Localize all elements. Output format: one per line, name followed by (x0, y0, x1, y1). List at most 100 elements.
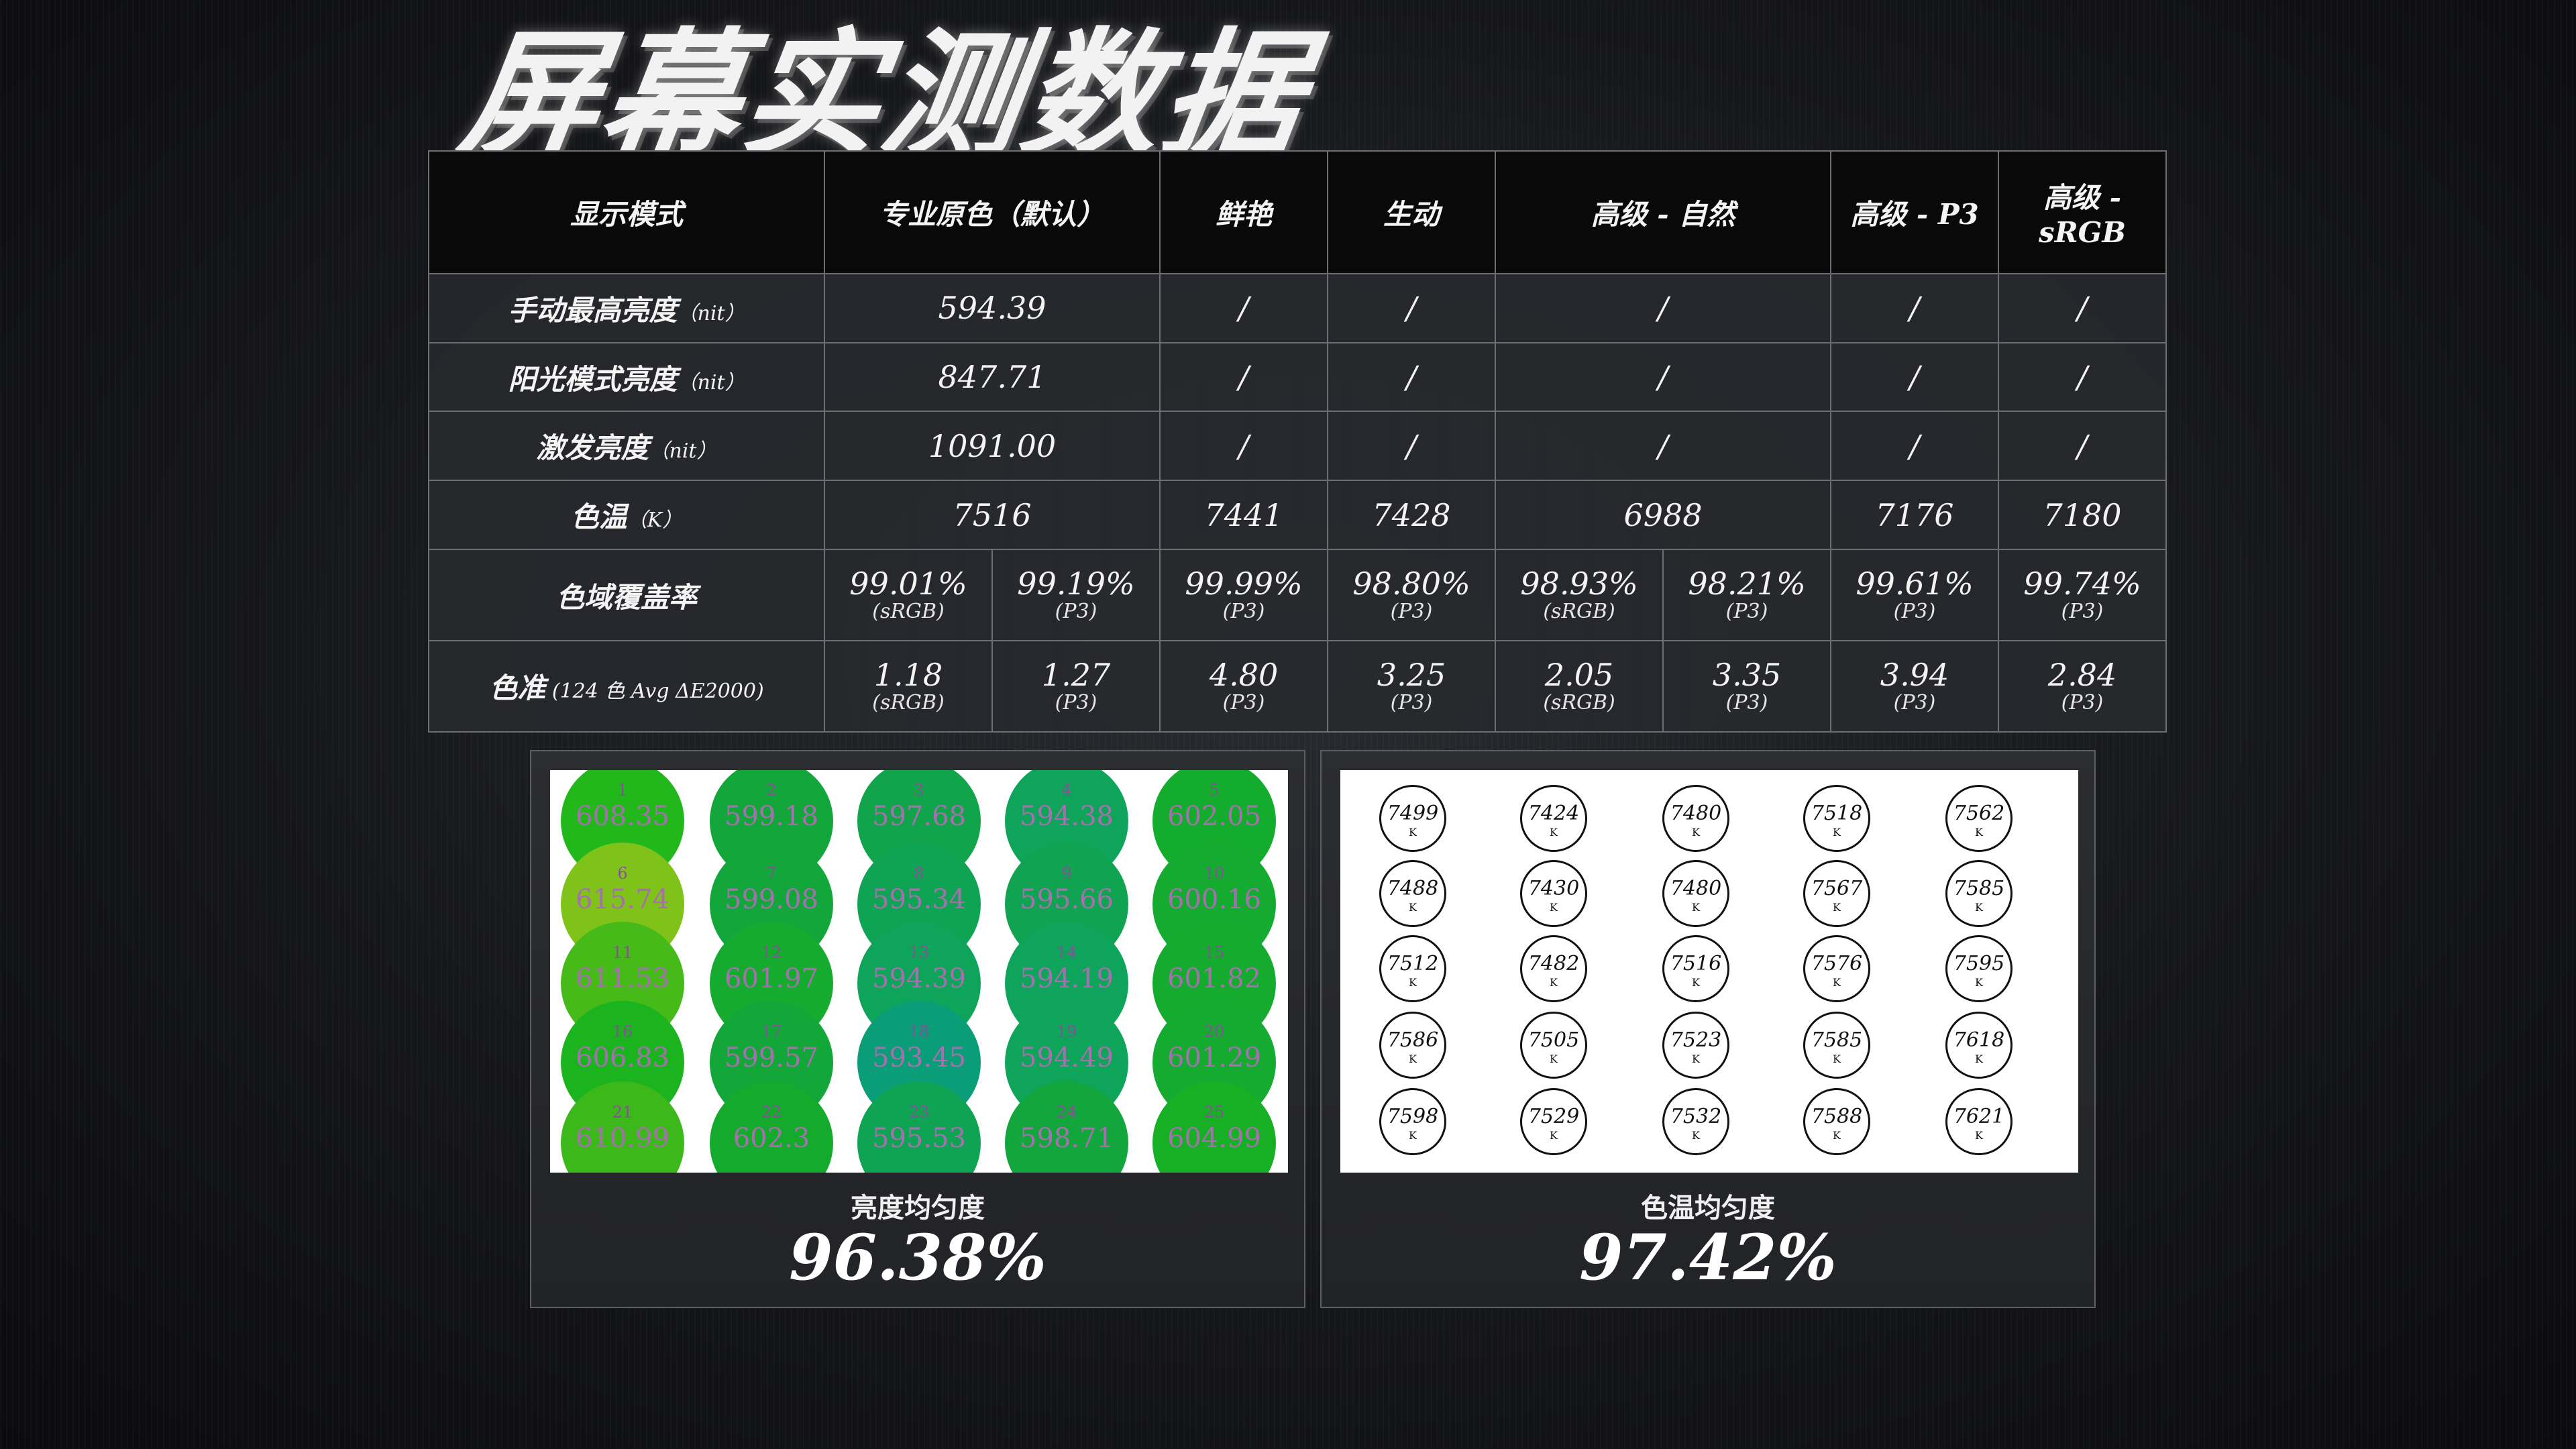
color-temp-point: 7523 K (1662, 1012, 1729, 1079)
table-row: 色准 (124 色 Avg ΔE2000) 1.18 (sRGB) 1.27 (P3… (428, 639, 2167, 733)
spec-table: 显示模式 专业原色（默认） 鲜艳 生动 高级 - 自然 高级 - P3 高级 -… (428, 150, 2167, 733)
color-temp-point-unit: K (1550, 1129, 1558, 1142)
color-temp-point-value: 7529 (1527, 1105, 1580, 1128)
color-temp-point-unit: K (1833, 976, 1841, 989)
table-cell: / (1495, 272, 1832, 343)
color-temp-point-unit: K (1833, 1129, 1841, 1142)
color-temp-point-value: 7499 (1387, 802, 1439, 825)
color-temp-point-unit: K (1692, 826, 1700, 839)
color-temp-point-unit: K (1409, 1053, 1417, 1065)
color-temp-point-value: 7621 (1953, 1105, 2005, 1128)
color-temp-point-unit: K (1550, 826, 1558, 839)
color-temp-point: 7482 K (1520, 935, 1587, 1002)
color-temp-point-value: 7505 (1527, 1028, 1580, 1052)
color-temp-point: 7424 K (1520, 785, 1587, 852)
color-temp-point-value: 7488 (1387, 877, 1439, 900)
header-cell: 生动 (1327, 150, 1497, 274)
color-temp-point: 7576 K (1803, 935, 1870, 1002)
brightness-point-index: 14 (1056, 943, 1077, 962)
table-cell: 847.71 (823, 341, 1161, 413)
brightness-point-value: 606.83 (576, 1042, 669, 1073)
brightness-point-value: 594.19 (1020, 963, 1114, 994)
brightness-point-index: 19 (1056, 1022, 1077, 1041)
color-temp-point-unit: K (1833, 826, 1841, 839)
table-cell: 3.94 (P3) (1830, 639, 2000, 733)
brightness-point-index: 10 (1203, 864, 1225, 883)
table-cell: / (1327, 272, 1497, 343)
brightness-point-value: 593.45 (872, 1042, 966, 1073)
table-cell: 7176 (1830, 480, 2000, 551)
color-temp-point: 7480 K (1662, 785, 1729, 852)
color-temp-point: 7518 K (1803, 785, 1870, 852)
table-cell: / (1998, 411, 2167, 482)
header-cell: 专业原色（默认） (823, 150, 1161, 274)
table-cell: 98.80% (P3) (1327, 549, 1497, 641)
color-temp-point-unit: K (1550, 901, 1558, 914)
header-cell: 高级 - 自然 (1495, 150, 1832, 274)
brightness-point-index: 3 (914, 781, 924, 800)
brightness-point-value: 595.34 (872, 884, 966, 915)
brightness-point-index: 12 (761, 943, 782, 962)
brightness-point-value: 608.35 (576, 801, 669, 832)
color-temp-point: 7532 K (1662, 1088, 1729, 1155)
color-temp-uniformity-label: 色温均匀度 (1641, 1192, 1775, 1224)
color-temp-point-value: 7532 (1670, 1105, 1722, 1128)
color-temp-point: 7598 K (1379, 1088, 1446, 1155)
brightness-point-index: 1 (617, 781, 628, 800)
table-row: 手动最高亮度（nit） 594.39 / / / / / (428, 272, 2167, 343)
color-temp-point-unit: K (1975, 826, 1983, 839)
brightness-point-index: 6 (617, 864, 628, 883)
row-label: 手动最高亮度（nit） (428, 272, 825, 343)
header-cell: 高级 - P3 (1830, 150, 2000, 274)
table-cell: 6988 (1495, 480, 1832, 551)
color-temp-point: 7586 K (1379, 1012, 1446, 1079)
table-cell: 7428 (1327, 480, 1497, 551)
color-temp-point-unit: K (1692, 1129, 1700, 1142)
brightness-point-value: 594.38 (1020, 801, 1114, 832)
brightness-point-value: 594.39 (872, 963, 966, 994)
color-temp-point-value: 7518 (1811, 802, 1863, 825)
brightness-point-value: 601.97 (724, 963, 818, 994)
brightness-uniformity-panel: 1 608.35 2 599.18 3 597.68 4 594.38 5 602.05 6 615.… (530, 750, 1305, 1308)
brightness-point-value: 597.68 (872, 801, 966, 832)
table-cell: 7180 (1998, 480, 2167, 551)
row-label: 激发亮度（nit） (428, 411, 825, 482)
brightness-point-index: 18 (908, 1022, 930, 1041)
color-temp-point: 7480 K (1662, 860, 1729, 927)
color-temp-point-value: 7598 (1387, 1105, 1439, 1128)
color-temp-point-unit: K (1975, 901, 1983, 914)
table-cell: 1.18 (sRGB) (824, 639, 993, 733)
table-cell: 7441 (1159, 480, 1329, 551)
color-temp-point-value: 7618 (1953, 1028, 2005, 1052)
brightness-point-index: 23 (908, 1103, 930, 1122)
color-temp-point-unit: K (1692, 1053, 1700, 1065)
table-cell: 2.84 (P3) (1998, 639, 2167, 733)
brightness-point-value: 595.53 (872, 1123, 966, 1154)
brightness-point-index: 24 (1056, 1103, 1077, 1122)
brightness-point-value: 602.3 (733, 1123, 810, 1154)
color-temp-point-unit: K (1692, 976, 1700, 989)
brightness-point-index: 16 (612, 1022, 633, 1041)
color-temp-point: 7585 K (1945, 860, 2012, 927)
brightness-point-index: 8 (914, 864, 924, 883)
brightness-point-index: 11 (612, 943, 633, 962)
color-temp-point-unit: K (1550, 976, 1558, 989)
brightness-point-index: 13 (908, 943, 930, 962)
brightness-point-index: 20 (1203, 1022, 1225, 1041)
color-temp-uniformity-chart: 7499 K 7424 K 7480 K 7518 K 7562 K 7488 K 7430 K 7480 K… (1340, 770, 2078, 1173)
table-cell: 2.05 (sRGB) (1495, 639, 1664, 733)
color-temp-point-value: 7516 (1670, 952, 1722, 975)
table-cell: 99.99% (P3) (1159, 549, 1329, 641)
brightness-point-value: 601.82 (1167, 963, 1261, 994)
table-cell: 1091.00 (823, 411, 1161, 482)
brightness-point-index: 9 (1061, 864, 1072, 883)
header-cell: 高级 - sRGB (1998, 150, 2167, 274)
brightness-point-value: 611.53 (576, 963, 669, 994)
color-temp-point-unit: K (1409, 901, 1417, 914)
row-label: 色温（K） (428, 480, 825, 551)
brightness-point-index: 25 (1203, 1103, 1225, 1122)
table-cell: / (1998, 272, 2167, 343)
color-temp-point: 7512 K (1379, 935, 1446, 1002)
color-temp-point: 7618 K (1945, 1012, 2012, 1079)
brightness-point-value: 599.08 (724, 884, 818, 915)
